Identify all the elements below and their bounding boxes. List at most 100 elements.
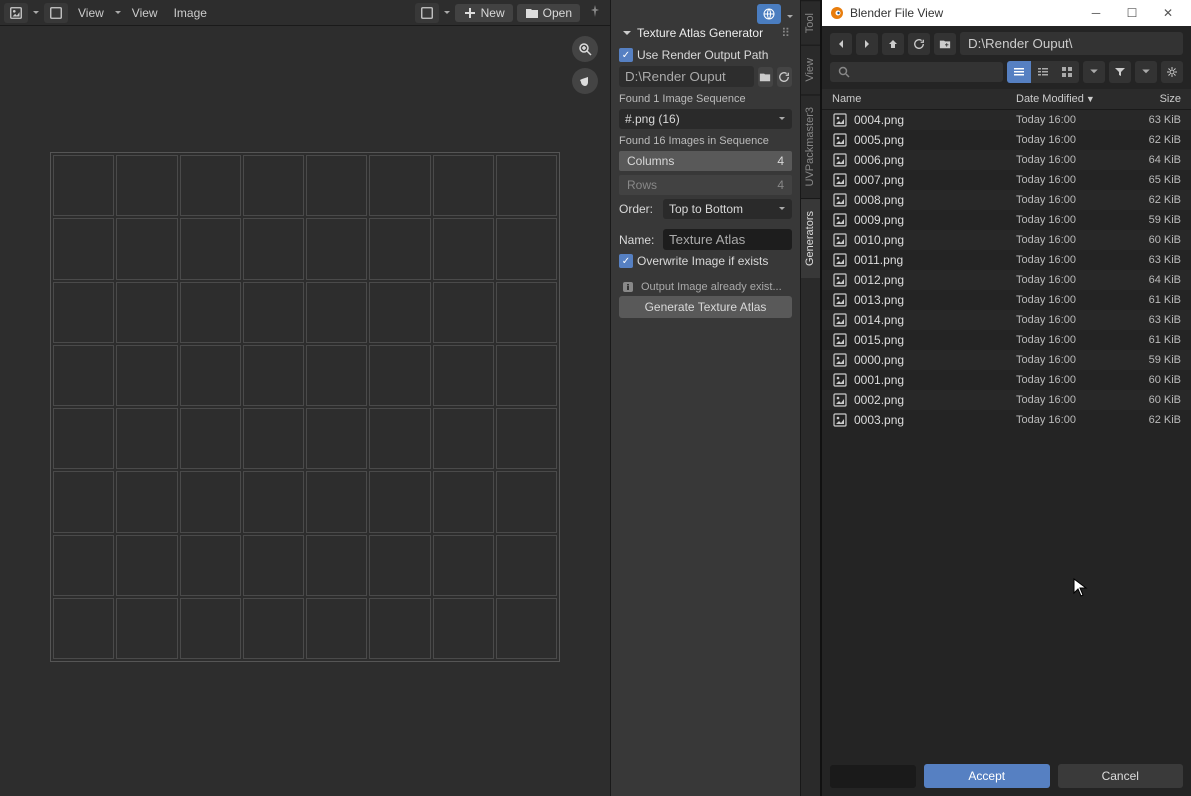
viewport[interactable] xyxy=(0,26,610,796)
file-date: Today 16:00 xyxy=(1016,354,1126,366)
image-file-icon xyxy=(832,132,848,148)
file-name: 0011.png xyxy=(854,253,1016,267)
image-file-icon xyxy=(832,252,848,268)
image-browser-icon[interactable] xyxy=(415,3,439,23)
zoom-tool[interactable] xyxy=(572,36,598,62)
accept-button[interactable]: Accept xyxy=(924,764,1050,788)
file-date: Today 16:00 xyxy=(1016,374,1126,386)
image-menu[interactable]: Image xyxy=(168,4,213,22)
file-list[interactable]: 0004.png Today 16:00 63 KiB 0005.png Tod… xyxy=(822,110,1191,756)
list-view-button[interactable] xyxy=(1007,61,1031,83)
file-row[interactable]: 0007.png Today 16:00 65 KiB xyxy=(822,170,1191,190)
tab-tool[interactable]: Tool xyxy=(801,0,820,45)
editor-type-icon[interactable] xyxy=(4,3,28,23)
chevron-down-icon xyxy=(778,205,786,213)
settings-button[interactable] xyxy=(1161,61,1183,83)
close-button[interactable]: ✕ xyxy=(1153,3,1183,23)
name-input[interactable] xyxy=(663,229,792,250)
refresh-button[interactable] xyxy=(777,67,792,87)
file-row[interactable]: 0006.png Today 16:00 64 KiB xyxy=(822,150,1191,170)
filename-input[interactable] xyxy=(830,765,916,788)
file-row[interactable]: 0011.png Today 16:00 63 KiB xyxy=(822,250,1191,270)
new-folder-button[interactable] xyxy=(934,33,956,55)
pan-tool[interactable] xyxy=(572,68,598,94)
file-row[interactable]: 0012.png Today 16:00 64 KiB xyxy=(822,270,1191,290)
file-size: 61 KiB xyxy=(1126,334,1181,346)
thumbnail-view-button[interactable] xyxy=(1055,61,1079,83)
globe-icon[interactable] xyxy=(757,4,781,24)
search-input[interactable] xyxy=(830,62,1003,82)
top-toolbar: View View Image New Open xyxy=(0,0,610,26)
file-date: Today 16:00 xyxy=(1016,174,1126,186)
file-row[interactable]: 0000.png Today 16:00 59 KiB xyxy=(822,350,1191,370)
rows-label: Rows xyxy=(627,178,657,192)
open-button[interactable]: Open xyxy=(517,4,580,22)
forward-button[interactable] xyxy=(856,33,878,55)
sequence-dropdown[interactable]: #.png (16) xyxy=(619,109,792,129)
panel-title: Texture Atlas Generator xyxy=(637,26,763,40)
folder-browse-button[interactable] xyxy=(758,67,773,87)
generate-button[interactable]: Generate Texture Atlas xyxy=(619,296,792,318)
file-name: 0013.png xyxy=(854,293,1016,307)
file-row[interactable]: 0003.png Today 16:00 62 KiB xyxy=(822,410,1191,430)
pin-icon[interactable] xyxy=(584,4,606,21)
file-row[interactable]: 0005.png Today 16:00 62 KiB xyxy=(822,130,1191,150)
file-row[interactable]: 0014.png Today 16:00 63 KiB xyxy=(822,310,1191,330)
image-slot-icon[interactable] xyxy=(44,3,68,23)
maximize-button[interactable]: ☐ xyxy=(1117,3,1147,23)
panel-options-icon[interactable]: ⠿ xyxy=(781,26,790,40)
file-name: 0008.png xyxy=(854,193,1016,207)
filter-button[interactable] xyxy=(1109,61,1131,83)
file-list-header: Name Date Modified▼ Size xyxy=(822,89,1191,110)
use-render-output-checkbox[interactable]: ✓ xyxy=(619,48,633,62)
detail-view-button[interactable] xyxy=(1031,61,1055,83)
back-button[interactable] xyxy=(830,33,852,55)
order-dropdown[interactable]: Top to Bottom xyxy=(663,199,792,219)
cancel-button[interactable]: Cancel xyxy=(1058,764,1184,788)
view-menu[interactable]: View xyxy=(126,4,164,22)
display-mode-buttons xyxy=(1007,61,1079,83)
image-file-icon xyxy=(832,332,848,348)
column-name-header[interactable]: Name xyxy=(832,93,1016,105)
output-path-input[interactable] xyxy=(619,66,754,87)
panel-header[interactable]: Texture Atlas Generator ⠿ xyxy=(619,22,792,44)
column-date-header[interactable]: Date Modified▼ xyxy=(1016,93,1126,105)
file-row[interactable]: 0004.png Today 16:00 63 KiB xyxy=(822,110,1191,130)
window-title: Blender File View xyxy=(850,6,1075,20)
file-size: 59 KiB xyxy=(1126,214,1181,226)
overwrite-checkbox[interactable]: ✓ xyxy=(619,254,633,268)
file-date: Today 16:00 xyxy=(1016,194,1126,206)
tab-uvpackmaster[interactable]: UVPackmaster3 xyxy=(801,94,820,198)
file-date: Today 16:00 xyxy=(1016,274,1126,286)
view-dropdown[interactable]: View xyxy=(72,4,110,22)
new-button[interactable]: New xyxy=(455,4,513,22)
file-row[interactable]: 0010.png Today 16:00 60 KiB xyxy=(822,230,1191,250)
file-date: Today 16:00 xyxy=(1016,414,1126,426)
image-file-icon xyxy=(832,172,848,188)
display-options-button[interactable] xyxy=(1083,61,1105,83)
up-button[interactable] xyxy=(882,33,904,55)
image-file-icon xyxy=(832,152,848,168)
vertical-tab-strip: Tool View UVPackmaster3 Generators xyxy=(800,0,820,796)
found-images-label: Found 16 Images in Sequence xyxy=(619,135,792,147)
minimize-button[interactable]: ─ xyxy=(1081,3,1111,23)
columns-field[interactable]: Columns 4 xyxy=(619,151,792,171)
filter-options-button[interactable] xyxy=(1135,61,1157,83)
output-info-text: Output Image already exist... xyxy=(641,281,782,293)
file-row[interactable]: 0009.png Today 16:00 59 KiB xyxy=(822,210,1191,230)
image-file-icon xyxy=(832,292,848,308)
image-file-icon xyxy=(832,352,848,368)
file-row[interactable]: 0002.png Today 16:00 60 KiB xyxy=(822,390,1191,410)
file-row[interactable]: 0001.png Today 16:00 60 KiB xyxy=(822,370,1191,390)
file-row[interactable]: 0008.png Today 16:00 62 KiB xyxy=(822,190,1191,210)
file-row[interactable]: 0013.png Today 16:00 61 KiB xyxy=(822,290,1191,310)
tab-view[interactable]: View xyxy=(801,45,820,94)
image-file-icon xyxy=(832,192,848,208)
tab-generators[interactable]: Generators xyxy=(801,198,820,278)
file-row[interactable]: 0015.png Today 16:00 61 KiB xyxy=(822,330,1191,350)
chevron-down-icon xyxy=(621,27,633,39)
refresh-nav-button[interactable] xyxy=(908,33,930,55)
column-size-header[interactable]: Size xyxy=(1126,93,1181,105)
file-name: 0003.png xyxy=(854,413,1016,427)
path-input[interactable] xyxy=(960,32,1183,55)
